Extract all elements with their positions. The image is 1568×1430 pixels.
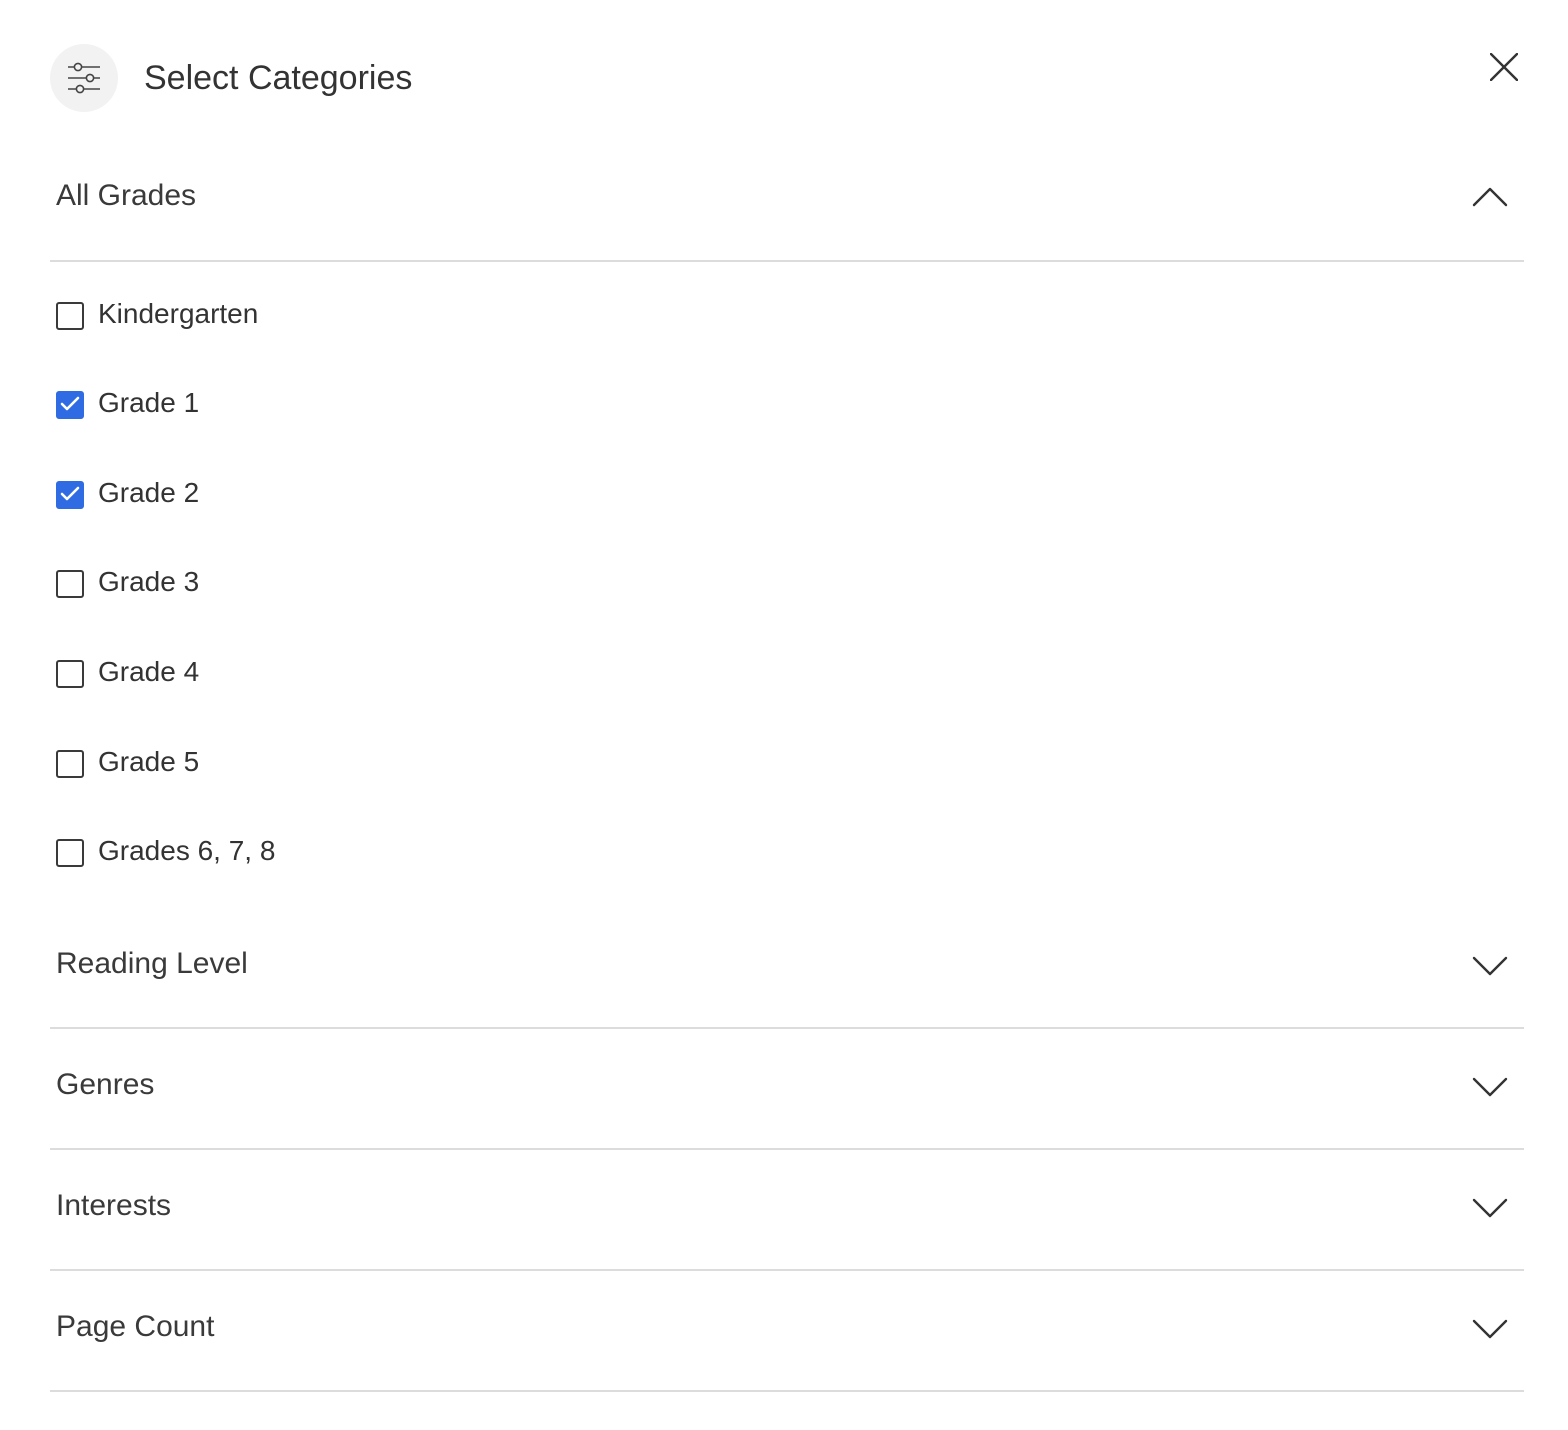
option-label: Grade 4 <box>98 656 200 687</box>
section-label: All Grades <box>56 179 197 212</box>
option-grade-5[interactable]: Grade 5 <box>50 734 650 794</box>
section-page-count[interactable]: Page Count <box>50 1270 1524 1392</box>
section-reading-level[interactable]: Reading Level <box>50 907 1524 1029</box>
chevron-down-icon <box>1468 1193 1512 1223</box>
category-filter-panel: Select Categories All Grades Kindergarte… <box>50 0 1524 1430</box>
section-all-grades[interactable]: All Grades <box>50 140 1524 262</box>
option-label: Grade 2 <box>98 477 200 508</box>
section-label: Reading Level <box>56 947 248 980</box>
section-label: Interests <box>56 1189 172 1222</box>
page-title: Select Categories <box>144 59 413 97</box>
checkbox[interactable] <box>56 391 84 419</box>
chevron-up-icon <box>1468 182 1512 212</box>
option-label: Grades 6, 7, 8 <box>98 835 276 866</box>
section-interests[interactable]: Interests <box>50 1149 1524 1271</box>
option-kindergarten[interactable]: Kindergarten <box>50 286 650 346</box>
close-button[interactable] <box>1484 47 1524 87</box>
option-label: Kindergarten <box>98 298 259 329</box>
section-label: Genres <box>56 1068 155 1101</box>
checkbox[interactable] <box>56 481 84 509</box>
chevron-down-icon <box>1468 1072 1512 1102</box>
sliders-icon <box>50 44 118 112</box>
section-genres[interactable]: Genres <box>50 1028 1524 1150</box>
chevron-down-icon <box>1468 951 1512 981</box>
checkbox[interactable] <box>56 570 84 598</box>
option-grades-6-7-8[interactable]: Grades 6, 7, 8 <box>50 823 650 883</box>
checkmark-icon <box>60 486 80 501</box>
option-grade-3[interactable]: Grade 3 <box>50 554 650 614</box>
option-label: Grade 1 <box>98 387 200 418</box>
checkmark-icon <box>60 396 80 411</box>
option-label: Grade 3 <box>98 566 200 597</box>
checkbox[interactable] <box>56 750 84 778</box>
checkbox[interactable] <box>56 302 84 330</box>
option-grade-4[interactable]: Grade 4 <box>50 644 650 704</box>
section-label: Page Count <box>56 1310 215 1343</box>
checkbox[interactable] <box>56 839 84 867</box>
checkbox[interactable] <box>56 660 84 688</box>
panel-header: Select Categories <box>50 44 1524 112</box>
chevron-down-icon <box>1468 1314 1512 1344</box>
close-icon <box>1490 53 1518 81</box>
option-grade-1[interactable]: Grade 1 <box>50 375 650 435</box>
option-grade-2[interactable]: Grade 2 <box>50 465 650 525</box>
option-label: Grade 5 <box>98 746 200 777</box>
